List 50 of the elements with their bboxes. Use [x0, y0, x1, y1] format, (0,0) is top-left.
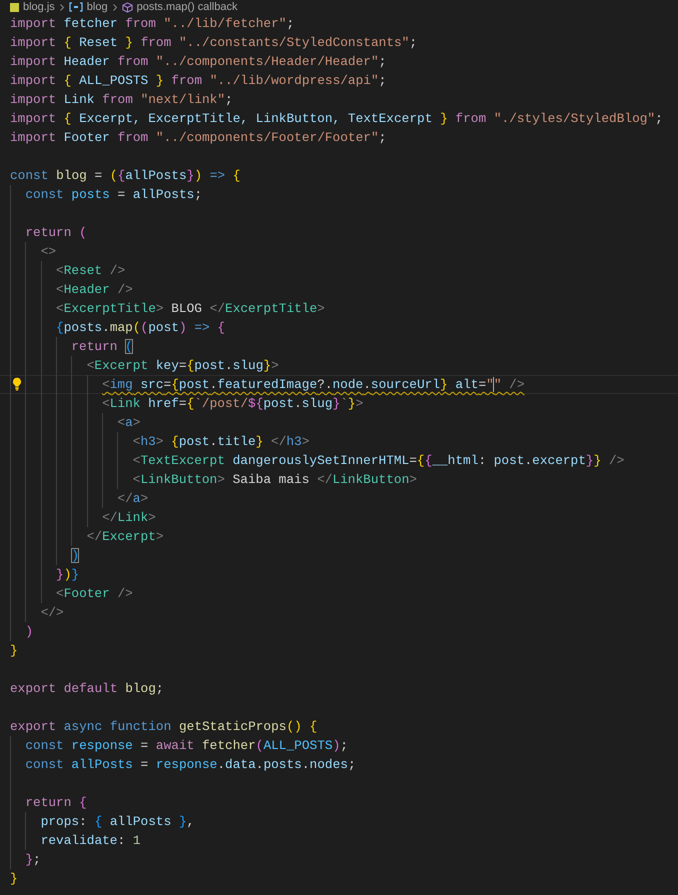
code-line: <LinkButton> Saiba mais </LinkButton>: [132, 471, 417, 489]
code-line: import Header from "../components/Header/Header";: [10, 53, 386, 71]
code-line: revalidate: 1: [40, 832, 141, 850]
code-line: import fetcher from "../lib/fetcher";: [10, 15, 294, 33]
breadcrumb-item[interactable]: blog.js: [23, 0, 55, 14]
code-line: </Link>: [102, 509, 156, 527]
code-line: const blog = ({allPosts}) => {: [10, 167, 240, 185]
variable-icon: [68, 2, 83, 12]
code-line: <h3> {post.title} </h3>: [132, 433, 310, 451]
code-line: import { Excerpt, ExcerptTitle, LinkButton, TextExcerpt } from "./styles/StyledBlog";: [10, 110, 663, 128]
code-line: return (: [71, 338, 133, 356]
code-line: const response = await fetcher(ALL_POSTS);: [25, 737, 348, 755]
code-line: return (: [25, 224, 87, 242]
code-line: {posts.map((post) => {: [56, 319, 226, 337]
breadcrumb-item[interactable]: posts.map() callback: [136, 0, 238, 14]
cube-icon: [122, 2, 133, 12]
code-line: ): [71, 547, 80, 565]
code-line: <a>: [117, 414, 140, 432]
code-line: </Excerpt>: [86, 528, 164, 546]
chevron-icon: [58, 2, 65, 12]
code-line: import Footer from "../components/Footer/Footer";: [10, 129, 386, 147]
code-line: <ExcerptTitle> BLOG </ExcerptTitle>: [56, 300, 325, 318]
code-line: <TextExcerpt dangerouslySetInnerHTML={{__html: post.excerpt}} />: [132, 452, 624, 470]
code-line: }: [10, 642, 18, 660]
code-line: const allPosts = response.data.posts.nodes;: [25, 756, 356, 774]
code-line: </>: [40, 604, 64, 622]
code-line: })}: [56, 566, 80, 584]
file-icon: [10, 2, 19, 12]
code-line: <Header />: [56, 281, 133, 299]
code-line: return {: [25, 794, 87, 812]
code-line: <Link href={`/post/${post.slug}`}>: [102, 395, 364, 413]
code-line: <>: [40, 243, 56, 261]
code-line: <Excerpt key={post.slug}>: [86, 357, 279, 375]
lightbulb-icon[interactable]: [12, 377, 22, 391]
code-line: export async function getStaticProps() {: [10, 718, 318, 736]
code-line: props: { allPosts },: [40, 813, 194, 831]
code-line: import { ALL_POSTS } from "../lib/wordpress/api";: [10, 72, 386, 90]
code-line: ): [25, 623, 34, 641]
code-line: import Link from "next/link";: [10, 91, 233, 109]
chevron-icon: [112, 2, 118, 12]
code-line: import { Reset } from "../constants/StyledConstants";: [10, 34, 418, 52]
code-line: const posts = allPosts;: [25, 186, 202, 204]
code-line: <Reset />: [56, 262, 126, 280]
code-line: </a>: [117, 490, 148, 508]
breadcrumb-item[interactable]: blog: [86, 0, 108, 14]
code-line: }: [10, 870, 18, 888]
code-line: export default blog;: [10, 680, 164, 698]
code-line: };: [25, 851, 41, 869]
code-line: <img src={post.featuredImage?.node.sourceUrl} alt="" />: [102, 376, 525, 394]
code-line: <Footer />: [56, 585, 133, 603]
